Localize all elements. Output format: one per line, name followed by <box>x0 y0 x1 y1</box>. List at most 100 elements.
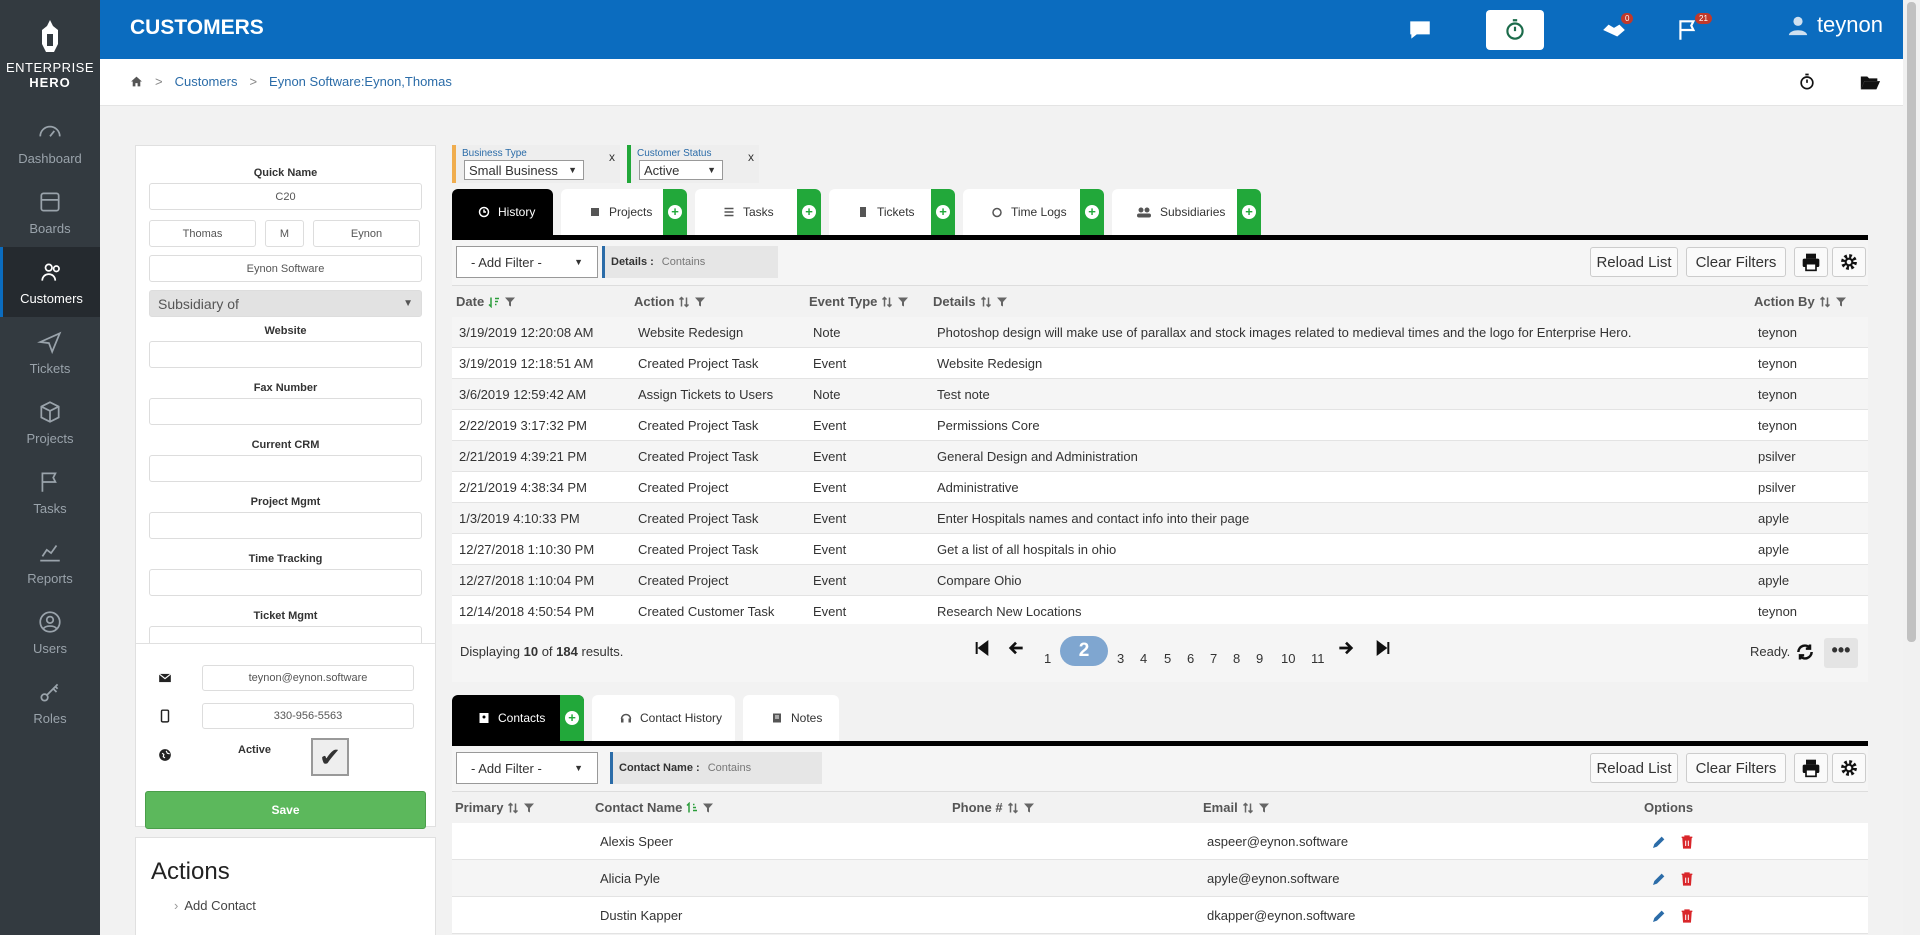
table-row[interactable]: 12/14/2018 4:50:54 PM Created Customer Ta… <box>452 596 1868 627</box>
nav-tasks[interactable]: Tasks <box>0 457 100 527</box>
nav-reports[interactable]: Reports <box>0 527 100 597</box>
add-contact-button[interactable]: + <box>560 695 584 741</box>
table-row[interactable]: Dustin Kapper dkapper@eynon.software <box>452 897 1868 934</box>
tab-projects[interactable]: Projects + <box>561 189 687 235</box>
settings-button[interactable] <box>1832 247 1866 277</box>
add-ticket-button[interactable]: + <box>931 189 955 235</box>
nav-boards[interactable]: Boards <box>0 177 100 247</box>
add-filter-select[interactable]: - Add Filter - ▼ <box>456 246 598 278</box>
time-tracking-input[interactable] <box>149 569 422 596</box>
add-filter-select[interactable]: - Add Filter - ▼ <box>456 752 598 784</box>
project-mgmt-input[interactable] <box>149 512 422 539</box>
email-input[interactable]: teynon@eynon.software <box>202 665 414 691</box>
tab-history[interactable]: History <box>452 189 553 235</box>
filter-icon[interactable] <box>897 296 909 308</box>
col-email[interactable]: Email <box>1203 800 1270 815</box>
clear-filters-button[interactable]: Clear Filters <box>1686 753 1786 783</box>
filter-icon[interactable] <box>1023 802 1035 814</box>
page-scrollbar[interactable] <box>1903 0 1920 935</box>
quick-name-input[interactable]: C20 <box>149 183 422 210</box>
nav-tickets[interactable]: Tickets <box>0 317 100 387</box>
stopwatch-icon[interactable] <box>1797 72 1817 92</box>
table-row[interactable]: 12/27/2018 1:10:04 PM Created Project Even… <box>452 565 1868 596</box>
save-button[interactable]: Save <box>145 791 426 829</box>
settings-button[interactable] <box>1832 753 1866 783</box>
tab-tasks[interactable]: Tasks + <box>695 189 821 235</box>
col-date[interactable]: Date <box>456 294 516 309</box>
tab-subsidiaries[interactable]: Subsidiaries + <box>1112 189 1261 235</box>
table-row[interactable]: 3/6/2019 12:59:42 AM Assign Tickets to Us… <box>452 379 1868 410</box>
reviews-button[interactable]: 0 <box>1585 10 1643 50</box>
page-link[interactable]: 5 <box>1164 651 1171 666</box>
breadcrumb-customers[interactable]: Customers <box>175 74 238 89</box>
table-row[interactable]: 1/3/2019 4:10:33 PM Created Project Task E… <box>452 503 1868 534</box>
company-input[interactable]: Eynon Software <box>149 255 422 282</box>
website-input[interactable] <box>149 341 422 368</box>
delete-trash-icon[interactable] <box>1679 871 1695 887</box>
table-row[interactable]: 3/19/2019 12:20:08 AM Website Redesign Not… <box>452 317 1868 348</box>
add-time-log-button[interactable]: + <box>1080 189 1104 235</box>
delete-trash-icon[interactable] <box>1679 834 1695 850</box>
contact-name-filter[interactable]: Contact Name : Contains <box>610 752 822 784</box>
filter-icon[interactable] <box>1835 296 1847 308</box>
remove-filter-button[interactable]: x <box>748 150 754 164</box>
tab-tickets[interactable]: Tickets + <box>829 189 955 235</box>
add-project-button[interactable]: + <box>663 189 687 235</box>
edit-pencil-icon[interactable] <box>1651 908 1667 924</box>
col-event-type[interactable]: Event Type <box>809 294 909 309</box>
page-link[interactable]: 9 <box>1256 651 1263 666</box>
folder-open-icon[interactable] <box>1858 71 1882 93</box>
table-row[interactable]: 12/27/2018 1:10:30 PM Created Project Tas… <box>452 534 1868 565</box>
print-button[interactable] <box>1794 753 1828 783</box>
last-name-input[interactable]: Eynon <box>313 220 420 247</box>
home-icon[interactable] <box>130 75 143 88</box>
timer-button[interactable] <box>1486 10 1544 50</box>
phone-input[interactable]: 330-956-5563 <box>202 703 414 729</box>
table-row[interactable]: Alicia Pyle apyle@eynon.software <box>452 860 1868 897</box>
nav-roles[interactable]: Roles <box>0 667 100 737</box>
more-options-button[interactable]: ••• <box>1824 638 1858 668</box>
user-menu[interactable]: teynon <box>1787 12 1883 38</box>
reload-list-button[interactable]: Reload List <box>1590 247 1678 277</box>
table-row[interactable]: 2/21/2019 4:38:34 PM Created Project Event… <box>452 472 1868 503</box>
filter-icon[interactable] <box>1258 802 1270 814</box>
page-link[interactable]: 10 <box>1281 651 1295 666</box>
reload-list-button[interactable]: Reload List <box>1590 753 1678 783</box>
nav-dashboard[interactable]: Dashboard <box>0 107 100 177</box>
col-contact-name[interactable]: Contact Name <box>595 800 714 815</box>
table-row[interactable]: Alexis Speer aspeer@eynon.software <box>452 823 1868 860</box>
print-button[interactable] <box>1794 247 1828 277</box>
page-link[interactable]: 7 <box>1210 651 1217 666</box>
first-name-input[interactable]: Thomas <box>149 220 256 247</box>
clear-filters-button[interactable]: Clear Filters <box>1686 247 1786 277</box>
page-link[interactable]: 3 <box>1117 651 1124 666</box>
filter-icon[interactable] <box>504 296 516 308</box>
filter-icon[interactable] <box>694 296 706 308</box>
messages-button[interactable] <box>1391 10 1449 50</box>
page-link[interactable]: 6 <box>1187 651 1194 666</box>
page-link[interactable]: 4 <box>1140 651 1147 666</box>
brand-logo[interactable]: ENTERPRISE HERO <box>0 0 100 107</box>
business-type-select[interactable]: Small Business ▼ <box>464 160 584 180</box>
refresh-icon[interactable] <box>1795 642 1815 662</box>
col-action[interactable]: Action <box>634 294 706 309</box>
active-checkbox[interactable]: ✔ <box>311 738 349 776</box>
tab-notes[interactable]: Notes <box>743 695 839 741</box>
col-details[interactable]: Details <box>933 294 1008 309</box>
flags-button[interactable]: 21 <box>1659 10 1717 50</box>
nav-projects[interactable]: Projects <box>0 387 100 457</box>
first-page-icon[interactable] <box>974 640 990 656</box>
filter-icon[interactable] <box>523 802 535 814</box>
tab-time-logs[interactable]: Time Logs + <box>963 189 1104 235</box>
col-phone[interactable]: Phone # <box>952 800 1035 815</box>
delete-trash-icon[interactable] <box>1679 908 1695 924</box>
add-task-button[interactable]: + <box>797 189 821 235</box>
add-contact-link[interactable]: › Add Contact <box>174 898 435 913</box>
tab-contact-history[interactable]: Contact History <box>592 695 735 741</box>
subsidiary-select[interactable]: Subsidiary of ▼ <box>149 290 422 317</box>
breadcrumb-customer[interactable]: Eynon Software:Eynon,Thomas <box>269 74 452 89</box>
page-link[interactable]: 8 <box>1233 651 1240 666</box>
nav-customers[interactable]: Customers <box>0 247 100 317</box>
page-link[interactable]: 1 <box>1044 651 1051 666</box>
remove-filter-button[interactable]: x <box>609 150 615 164</box>
